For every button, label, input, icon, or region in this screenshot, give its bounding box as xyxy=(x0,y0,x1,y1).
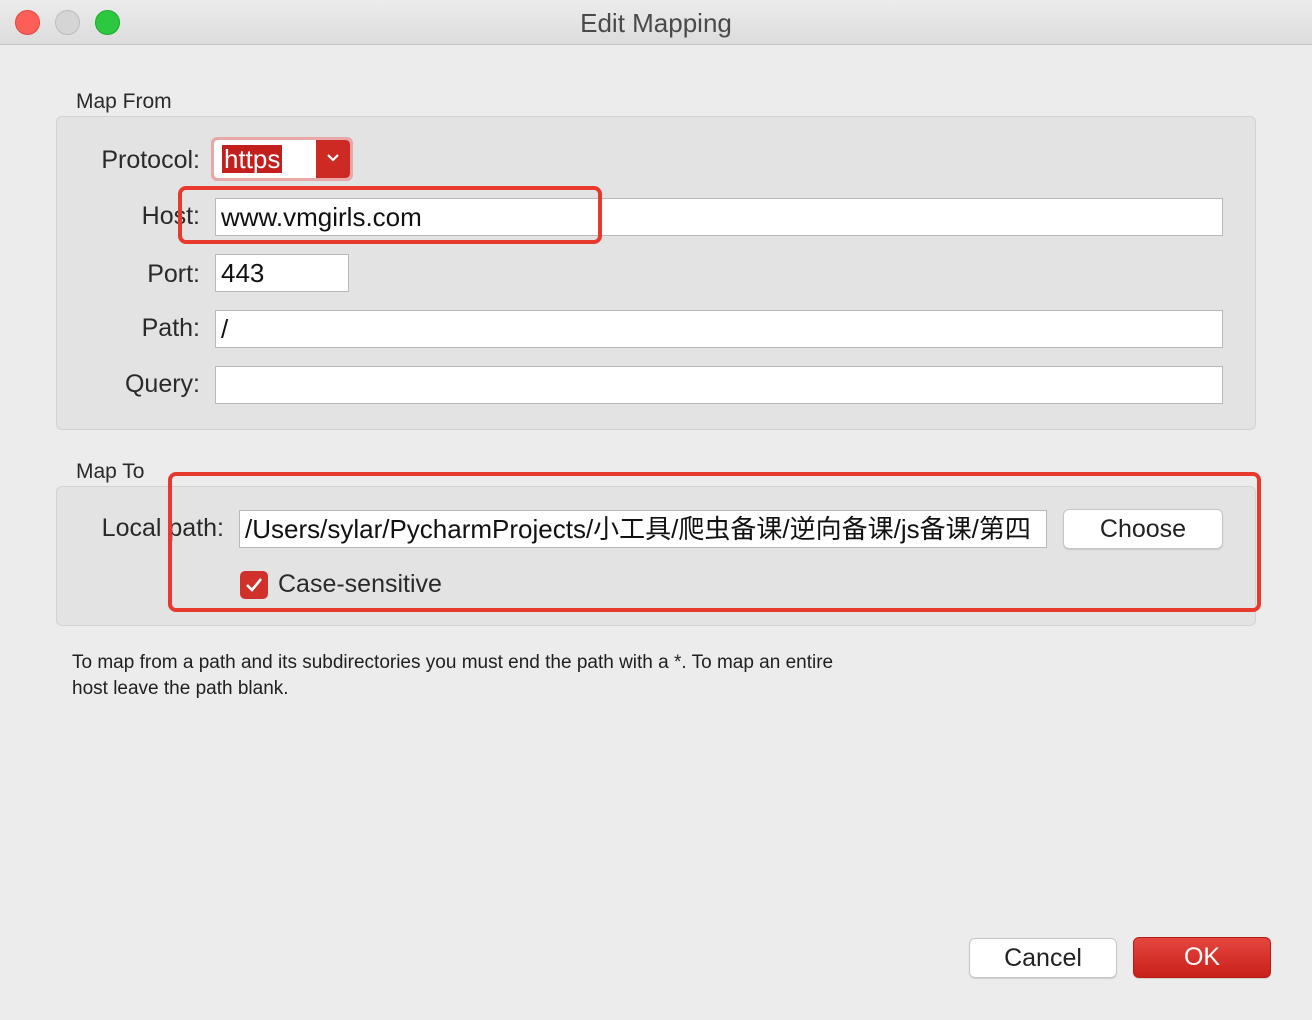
port-label: Port: xyxy=(147,260,200,288)
window-title: Edit Mapping xyxy=(580,8,732,38)
protocol-select[interactable]: https xyxy=(211,137,353,181)
map-from-label: Map From xyxy=(76,90,172,113)
help-text: To map from a path and its subdirectorie… xyxy=(72,652,834,699)
cancel-button[interactable]: Cancel xyxy=(969,938,1117,978)
protocol-label: Protocol: xyxy=(101,146,200,174)
annotation-box-map-to xyxy=(168,472,1261,612)
port-input[interactable]: 443 xyxy=(215,254,349,292)
path-input[interactable]: / xyxy=(215,310,1223,348)
title-bar: Edit Mapping xyxy=(0,0,1312,45)
query-label: Query: xyxy=(124,370,200,398)
annotation-box-host xyxy=(178,186,602,244)
path-label: Path: xyxy=(141,314,200,342)
map-to-label: Map To xyxy=(76,460,145,483)
protocol-value: https xyxy=(222,144,283,174)
chevron-down-icon[interactable] xyxy=(316,140,350,178)
query-input[interactable] xyxy=(215,366,1223,404)
ok-button[interactable]: OK xyxy=(1133,937,1271,978)
